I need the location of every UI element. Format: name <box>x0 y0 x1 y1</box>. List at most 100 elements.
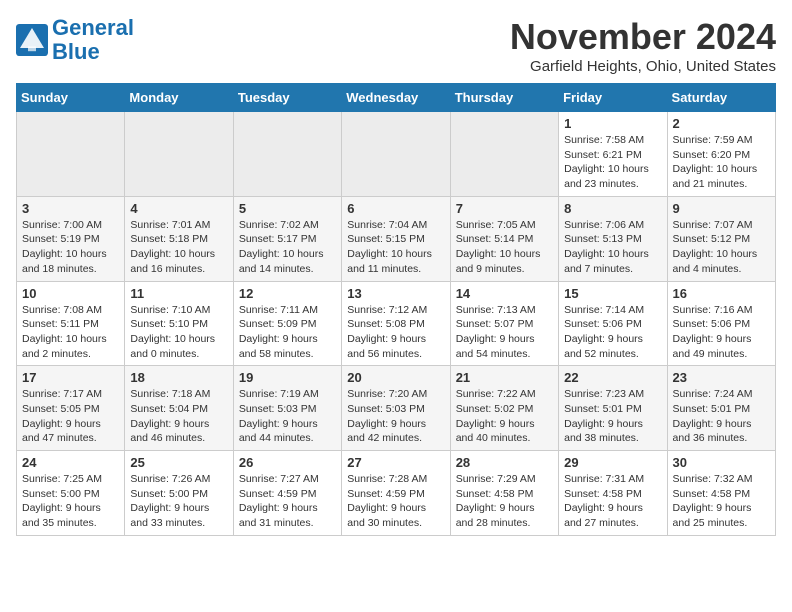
logo-icon <box>16 24 48 56</box>
calendar-cell: 16 Sunrise: 7:16 AM Sunset: 5:06 PM Dayli… <box>667 281 775 366</box>
day-number: 18 <box>130 370 227 385</box>
day-number: 20 <box>347 370 444 385</box>
calendar-cell: 17 Sunrise: 7:17 AM Sunset: 5:05 PM Dayli… <box>17 366 125 451</box>
calendar-week-row: 17 Sunrise: 7:17 AM Sunset: 5:05 PM Dayli… <box>17 366 776 451</box>
day-info: Sunrise: 7:22 AM Sunset: 5:02 PM Dayligh… <box>456 387 553 446</box>
day-info: Sunrise: 7:02 AM Sunset: 5:17 PM Dayligh… <box>239 218 336 277</box>
calendar-cell: 9 Sunrise: 7:07 AM Sunset: 5:12 PM Daylig… <box>667 196 775 281</box>
day-number: 2 <box>673 116 770 131</box>
day-number: 26 <box>239 455 336 470</box>
day-info: Sunrise: 7:08 AM Sunset: 5:11 PM Dayligh… <box>22 303 119 362</box>
day-info: Sunrise: 7:16 AM Sunset: 5:06 PM Dayligh… <box>673 303 770 362</box>
calendar-week-row: 24Sunrise: 7:25 AM Sunset: 5:00 PM Dayli… <box>17 451 776 536</box>
calendar-cell <box>342 112 450 197</box>
calendar-cell: 6Sunrise: 7:04 AM Sunset: 5:15 PM Daylig… <box>342 196 450 281</box>
calendar-cell: 4Sunrise: 7:01 AM Sunset: 5:18 PM Daylig… <box>125 196 233 281</box>
day-info: Sunrise: 7:06 AM Sunset: 5:13 PM Dayligh… <box>564 218 661 277</box>
calendar-cell: 10 Sunrise: 7:08 AM Sunset: 5:11 PM Dayli… <box>17 281 125 366</box>
day-number: 27 <box>347 455 444 470</box>
day-number: 10 <box>22 286 119 301</box>
page-header: General Blue November 2024 Garfield Heig… <box>16 16 776 75</box>
logo: General Blue <box>16 16 134 64</box>
calendar-cell: 25Sunrise: 7:26 AM Sunset: 5:00 PM Dayli… <box>125 451 233 536</box>
weekday-header-row: SundayMondayTuesdayWednesdayThursdayFrid… <box>17 84 776 112</box>
weekday-header-cell: Friday <box>559 84 667 112</box>
calendar-cell: 24Sunrise: 7:25 AM Sunset: 5:00 PM Dayli… <box>17 451 125 536</box>
calendar-cell: 5Sunrise: 7:02 AM Sunset: 5:17 PM Daylig… <box>233 196 341 281</box>
calendar-cell <box>17 112 125 197</box>
calendar-body: 1Sunrise: 7:58 AM Sunset: 6:21 PM Daylig… <box>17 112 776 536</box>
day-info: Sunrise: 7:05 AM Sunset: 5:14 PM Dayligh… <box>456 218 553 277</box>
day-number: 24 <box>22 455 119 470</box>
day-number: 7 <box>456 201 553 216</box>
calendar-cell <box>125 112 233 197</box>
calendar-week-row: 3Sunrise: 7:00 AM Sunset: 5:19 PM Daylig… <box>17 196 776 281</box>
day-info: Sunrise: 7:32 AM Sunset: 4:58 PM Dayligh… <box>673 472 770 531</box>
calendar-cell: 27 Sunrise: 7:28 AM Sunset: 4:59 PM Dayli… <box>342 451 450 536</box>
day-number: 28 <box>456 455 553 470</box>
calendar-cell: 18 Sunrise: 7:18 AM Sunset: 5:04 PM Dayli… <box>125 366 233 451</box>
calendar-cell: 13 Sunrise: 7:12 AM Sunset: 5:08 PM Dayli… <box>342 281 450 366</box>
calendar-cell: 23 Sunrise: 7:24 AM Sunset: 5:01 PM Dayli… <box>667 366 775 451</box>
day-info: Sunrise: 7:13 AM Sunset: 5:07 PM Dayligh… <box>456 303 553 362</box>
day-number: 17 <box>22 370 119 385</box>
calendar-cell <box>233 112 341 197</box>
calendar-cell: 8 Sunrise: 7:06 AM Sunset: 5:13 PM Daylig… <box>559 196 667 281</box>
day-info: Sunrise: 7:20 AM Sunset: 5:03 PM Dayligh… <box>347 387 444 446</box>
weekday-header-cell: Monday <box>125 84 233 112</box>
weekday-header-cell: Wednesday <box>342 84 450 112</box>
day-info: Sunrise: 7:27 AM Sunset: 4:59 PM Dayligh… <box>239 472 336 531</box>
day-info: Sunrise: 7:17 AM Sunset: 5:05 PM Dayligh… <box>22 387 119 446</box>
calendar-table: SundayMondayTuesdayWednesdayThursdayFrid… <box>16 83 776 536</box>
day-info: Sunrise: 7:18 AM Sunset: 5:04 PM Dayligh… <box>130 387 227 446</box>
day-number: 15 <box>564 286 661 301</box>
day-number: 9 <box>673 201 770 216</box>
calendar-cell: 12 Sunrise: 7:11 AM Sunset: 5:09 PM Dayli… <box>233 281 341 366</box>
day-info: Sunrise: 7:07 AM Sunset: 5:12 PM Dayligh… <box>673 218 770 277</box>
calendar-cell: 30 Sunrise: 7:32 AM Sunset: 4:58 PM Dayli… <box>667 451 775 536</box>
day-info: Sunrise: 7:31 AM Sunset: 4:58 PM Dayligh… <box>564 472 661 531</box>
day-info: Sunrise: 7:24 AM Sunset: 5:01 PM Dayligh… <box>673 387 770 446</box>
day-info: Sunrise: 7:10 AM Sunset: 5:10 PM Dayligh… <box>130 303 227 362</box>
day-info: Sunrise: 7:26 AM Sunset: 5:00 PM Dayligh… <box>130 472 227 531</box>
calendar-cell: 22 Sunrise: 7:23 AM Sunset: 5:01 PM Dayli… <box>559 366 667 451</box>
calendar-cell: 15Sunrise: 7:14 AM Sunset: 5:06 PM Dayli… <box>559 281 667 366</box>
day-number: 16 <box>673 286 770 301</box>
day-number: 19 <box>239 370 336 385</box>
day-number: 29 <box>564 455 661 470</box>
day-number: 8 <box>564 201 661 216</box>
day-info: Sunrise: 7:12 AM Sunset: 5:08 PM Dayligh… <box>347 303 444 362</box>
day-info: Sunrise: 7:28 AM Sunset: 4:59 PM Dayligh… <box>347 472 444 531</box>
calendar-cell: 11 Sunrise: 7:10 AM Sunset: 5:10 PM Dayli… <box>125 281 233 366</box>
calendar-cell: 21Sunrise: 7:22 AM Sunset: 5:02 PM Dayli… <box>450 366 558 451</box>
calendar-cell: 7 Sunrise: 7:05 AM Sunset: 5:14 PM Daylig… <box>450 196 558 281</box>
day-info: Sunrise: 7:11 AM Sunset: 5:09 PM Dayligh… <box>239 303 336 362</box>
day-info: Sunrise: 7:29 AM Sunset: 4:58 PM Dayligh… <box>456 472 553 531</box>
day-number: 12 <box>239 286 336 301</box>
day-number: 22 <box>564 370 661 385</box>
calendar-week-row: 1Sunrise: 7:58 AM Sunset: 6:21 PM Daylig… <box>17 112 776 197</box>
day-number: 30 <box>673 455 770 470</box>
day-number: 14 <box>456 286 553 301</box>
calendar-cell: 28 Sunrise: 7:29 AM Sunset: 4:58 PM Dayli… <box>450 451 558 536</box>
day-number: 13 <box>347 286 444 301</box>
day-info: Sunrise: 7:00 AM Sunset: 5:19 PM Dayligh… <box>22 218 119 277</box>
calendar-cell <box>450 112 558 197</box>
calendar-cell: 29 Sunrise: 7:31 AM Sunset: 4:58 PM Dayli… <box>559 451 667 536</box>
location: Garfield Heights, Ohio, United States <box>510 58 776 75</box>
calendar-cell: 1Sunrise: 7:58 AM Sunset: 6:21 PM Daylig… <box>559 112 667 197</box>
calendar-cell: 26 Sunrise: 7:27 AM Sunset: 4:59 PM Dayli… <box>233 451 341 536</box>
weekday-header-cell: Saturday <box>667 84 775 112</box>
weekday-header-cell: Thursday <box>450 84 558 112</box>
day-number: 4 <box>130 201 227 216</box>
day-number: 23 <box>673 370 770 385</box>
weekday-header-cell: Tuesday <box>233 84 341 112</box>
calendar-cell: 14 Sunrise: 7:13 AM Sunset: 5:07 PM Dayli… <box>450 281 558 366</box>
calendar-cell: 19Sunrise: 7:19 AM Sunset: 5:03 PM Dayli… <box>233 366 341 451</box>
day-number: 11 <box>130 286 227 301</box>
logo-text: General Blue <box>52 16 134 64</box>
day-info: Sunrise: 7:23 AM Sunset: 5:01 PM Dayligh… <box>564 387 661 446</box>
day-info: Sunrise: 7:59 AM Sunset: 6:20 PM Dayligh… <box>673 133 770 192</box>
month-title: November 2024 <box>510 16 776 58</box>
day-number: 6 <box>347 201 444 216</box>
